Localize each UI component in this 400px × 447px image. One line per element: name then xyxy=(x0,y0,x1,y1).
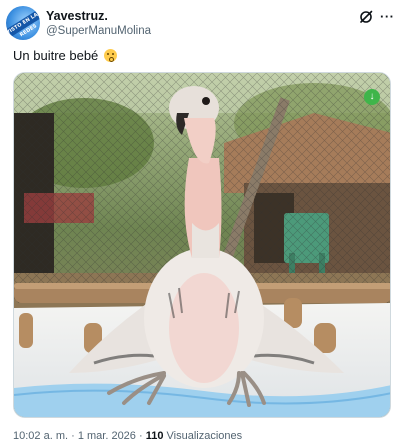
views-label: Visualizaciones xyxy=(166,430,243,442)
meta-separator-2: · xyxy=(135,430,146,442)
more-icon[interactable]: ··· xyxy=(380,9,395,24)
vulture-chick-photo xyxy=(14,73,390,417)
views-count: 110 xyxy=(145,430,164,442)
grok-icon[interactable] xyxy=(359,10,373,24)
download-icon[interactable]: ↓ xyxy=(364,89,380,105)
meta-separator: · xyxy=(68,430,78,442)
tweet-time[interactable]: 10:02 a. m. xyxy=(13,430,68,442)
avatar-ribbon-text: VISTO EN LAS REDES xyxy=(6,6,40,40)
flushed-face-emoji-icon xyxy=(103,49,117,62)
tweet-text-content: Un buitre bebé xyxy=(13,48,99,63)
avatar[interactable]: VISTO EN LAS REDES xyxy=(6,6,40,40)
author-name[interactable]: Yavestruz. xyxy=(46,9,108,23)
tweet-date[interactable]: 1 mar. 2026 xyxy=(78,430,136,442)
tweet-media-photo[interactable]: ↓ xyxy=(13,72,391,418)
tweet-header: VISTO EN LAS REDES Yavestruz. @SuperManu… xyxy=(0,0,400,44)
tweet-text: Un buitre bebé xyxy=(13,48,117,63)
tweet-meta: 10:02 a. m. · 1 mar. 2026 · 110 Visualiz… xyxy=(13,430,242,442)
author-handle[interactable]: @SuperManuMolina xyxy=(46,25,151,37)
